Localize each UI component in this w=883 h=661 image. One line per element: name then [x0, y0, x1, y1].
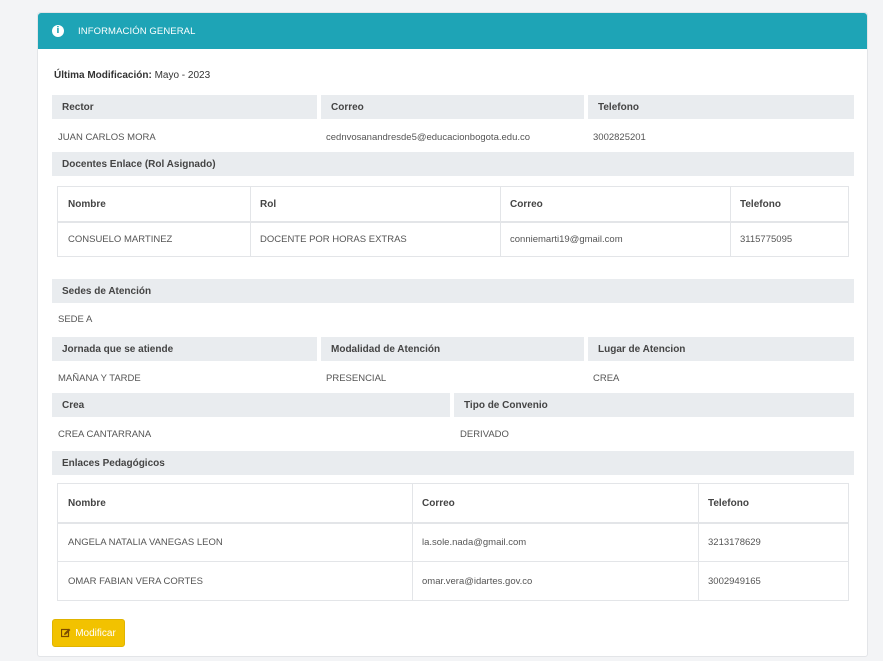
- info-icon: i: [52, 25, 64, 37]
- enlaces-col-correo: Correo: [422, 497, 455, 509]
- lugar-header: Lugar de Atencion: [588, 337, 854, 361]
- crea-value: CREA CANTARRANA: [58, 429, 152, 440]
- enlaces-table: Nombre Correo Telefono ANGELA NATALIA VA…: [57, 483, 849, 601]
- docentes-col-rol: Rol: [260, 198, 277, 210]
- table-row-cell: CONSUELO MARTINEZ: [68, 234, 173, 245]
- docentes-col-correo: Correo: [510, 198, 543, 210]
- card-title: INFORMACIÓN GENERAL: [78, 25, 196, 37]
- rector-name: JUAN CARLOS MORA: [58, 132, 156, 143]
- jornada-value: MAÑANA Y TARDE: [58, 373, 141, 384]
- correo-header: Correo: [321, 95, 584, 119]
- general-info-card: i INFORMACIÓN GENERAL Última Modificació…: [37, 12, 868, 657]
- last-modification: Última Modificación: Mayo - 2023: [54, 70, 210, 81]
- enlaces-col-nombre: Nombre: [68, 497, 106, 509]
- table-row-cell: 3213178629: [708, 537, 761, 548]
- rector-email: cednvosanandresde5@educacionbogota.edu.c…: [326, 132, 531, 143]
- modify-label: Modificar: [75, 627, 116, 639]
- table-row-cell: OMAR FABIAN VERA CORTES: [68, 575, 203, 587]
- edit-icon: [61, 628, 71, 638]
- sedes-title: Sedes de Atención: [52, 279, 854, 303]
- enlaces-title: Enlaces Pedagógicos: [52, 451, 854, 475]
- table-row-cell: DOCENTE POR HORAS EXTRAS: [260, 234, 407, 245]
- modalidad-value: PRESENCIAL: [326, 373, 387, 384]
- docentes-title: Docentes Enlace (Rol Asignado): [52, 152, 854, 176]
- table-row-cell: ANGELA NATALIA VANEGAS LEON: [68, 537, 223, 548]
- rector-header: Rector: [52, 95, 317, 119]
- docentes-col-nombre: Nombre: [68, 198, 106, 210]
- convenio-value: DERIVADO: [460, 429, 509, 440]
- table-row-cell: la.sole.nada@gmail.com: [422, 537, 527, 548]
- modify-button[interactable]: Modificar: [52, 619, 125, 647]
- table-row-cell: 3115775095: [740, 234, 793, 245]
- table-row-cell: 3002949165: [708, 575, 761, 587]
- telefono-header: Telefono: [588, 95, 854, 119]
- last-modification-label: Última Modificación:: [54, 70, 152, 81]
- last-modification-value: Mayo - 2023: [154, 70, 211, 81]
- docentes-col-telefono: Telefono: [740, 198, 781, 210]
- sedes-value: SEDE A: [58, 314, 93, 325]
- table-row-cell: conniemarti19@gmail.com: [510, 234, 623, 245]
- enlaces-col-telefono: Telefono: [708, 497, 749, 509]
- card-header: i INFORMACIÓN GENERAL: [38, 13, 867, 49]
- table-row-cell: omar.vera@idartes.gov.co: [422, 575, 533, 587]
- convenio-header: Tipo de Convenio: [454, 393, 854, 417]
- docentes-table: Nombre Rol Correo Telefono CONSUELO MART…: [57, 186, 849, 257]
- rector-phone: 3002825201: [593, 132, 646, 143]
- crea-header: Crea: [52, 393, 450, 417]
- modalidad-header: Modalidad de Atención: [321, 337, 584, 361]
- jornada-header: Jornada que se atiende: [52, 337, 317, 361]
- lugar-value: CREA: [593, 373, 620, 384]
